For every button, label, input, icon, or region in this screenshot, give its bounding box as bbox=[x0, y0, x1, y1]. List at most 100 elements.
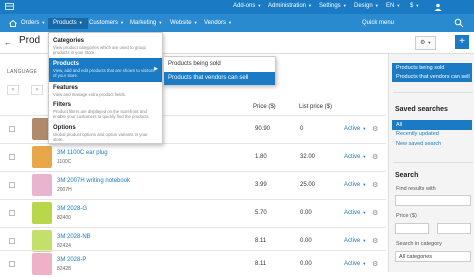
product-list-price[interactable]: 0 bbox=[300, 126, 303, 132]
product-thumbnail[interactable] bbox=[32, 174, 52, 196]
status-dropdown[interactable]: Active ▼ bbox=[344, 238, 366, 244]
gear-icon[interactable]: ⚙ bbox=[372, 181, 378, 189]
nav-orders[interactable]: Orders ▼ bbox=[16, 18, 50, 29]
settings-label: Settings bbox=[319, 3, 341, 9]
search-icon[interactable] bbox=[454, 18, 464, 28]
price-column-header[interactable]: Price ($) bbox=[253, 104, 276, 110]
table-row[interactable]: 3M 1100C ear plug 1100C 1.80 32.00 Activ… bbox=[0, 143, 386, 171]
menu-item-title: Features bbox=[53, 85, 79, 91]
product-name-link[interactable]: 3M 2028-G bbox=[57, 206, 87, 212]
table-row[interactable]: 3M 2028-P 82428 8.11 0.00 Active ▼ ⚙ bbox=[0, 250, 386, 278]
menu-item-description: Product filters are displayed on the sto… bbox=[53, 109, 150, 119]
gear-icon[interactable]: ⚙ bbox=[372, 260, 378, 268]
menu-item-title: Products bbox=[53, 61, 80, 67]
nav-website[interactable]: Website ▼ bbox=[165, 18, 203, 29]
status-dropdown[interactable]: Active ▼ bbox=[344, 126, 366, 132]
product-name-link[interactable]: 3M 1100C ear plug bbox=[57, 150, 108, 156]
table-row[interactable]: 3M 2007H writing notebook 2007H 3.99 25.… bbox=[0, 171, 386, 199]
cart-icon[interactable] bbox=[5, 3, 14, 13]
product-list-price[interactable]: 0.00 bbox=[300, 210, 312, 216]
currency-label: $ bbox=[410, 3, 414, 9]
quick-menu-link[interactable]: Quick menu bbox=[357, 18, 399, 29]
table-row[interactable]: 3M 2028-G 82400 5.70 0.00 Active ▼ ⚙ bbox=[0, 199, 386, 227]
row-checkbox[interactable] bbox=[9, 154, 15, 160]
product-code: 82424 bbox=[57, 243, 71, 249]
menu-item-products[interactable]: Products View, add and edit products tha… bbox=[49, 58, 162, 82]
row-checkbox[interactable] bbox=[9, 210, 15, 216]
row-checkbox[interactable] bbox=[9, 126, 15, 132]
gear-icon[interactable]: ⚙ bbox=[372, 125, 378, 133]
product-price[interactable]: 8.11 bbox=[255, 238, 266, 244]
menu-item-filters[interactable]: Filters Product filters are displayed on… bbox=[49, 99, 162, 123]
product-thumbnail[interactable] bbox=[32, 202, 52, 224]
status-dropdown[interactable]: Active ▼ bbox=[344, 154, 366, 160]
addons-menu[interactable]: Add-ons ▼ bbox=[233, 3, 261, 9]
top-bar: Add-ons ▼ Administration ▼ Settings ▼ Desig… bbox=[0, 0, 474, 14]
find-results-input[interactable] bbox=[395, 195, 471, 206]
product-price[interactable]: 3.99 bbox=[255, 182, 267, 188]
menu-item-categories[interactable]: Categories View product categories which… bbox=[49, 35, 162, 59]
product-name-link[interactable]: 3M 2028-NB bbox=[57, 234, 91, 240]
product-price[interactable]: 90.90 bbox=[255, 126, 270, 132]
category-select[interactable]: All categories bbox=[395, 251, 471, 262]
price-from-input[interactable] bbox=[395, 223, 429, 234]
status-label: Active bbox=[344, 261, 361, 267]
gear-icon[interactable]: ⚙ bbox=[372, 153, 378, 161]
nav-orders-label: Orders bbox=[21, 20, 40, 26]
back-arrow-icon[interactable]: ← bbox=[4, 38, 12, 47]
page-title: Prod bbox=[19, 35, 41, 46]
product-name-link[interactable]: 3M 2028-P bbox=[57, 257, 86, 263]
product-thumbnail[interactable] bbox=[32, 230, 52, 252]
settings-gear-button[interactable]: ⚙ ▼ bbox=[415, 36, 437, 50]
design-label: Design bbox=[354, 3, 373, 9]
pager-prev[interactable]: « bbox=[7, 85, 19, 95]
menu-item-title: Categories bbox=[53, 38, 85, 44]
status-dropdown[interactable]: Active ▼ bbox=[344, 210, 366, 216]
new-saved-search-link[interactable]: New saved search bbox=[392, 139, 472, 149]
currency-menu[interactable]: $ ▼ bbox=[410, 3, 419, 9]
product-list-price[interactable]: 0.00 bbox=[300, 238, 312, 244]
administration-menu[interactable]: Administration ▼ bbox=[268, 3, 312, 9]
design-menu[interactable]: Design ▼ bbox=[354, 3, 379, 9]
gear-icon[interactable]: ⚙ bbox=[372, 209, 378, 217]
status-label: Active bbox=[344, 126, 361, 132]
status-label: Active bbox=[344, 210, 361, 216]
row-checkbox[interactable] bbox=[9, 261, 15, 267]
nav-products[interactable]: Products ▼ bbox=[48, 18, 88, 29]
settings-menu[interactable]: Settings ▼ bbox=[319, 3, 347, 9]
view-products-vendors-can-sell[interactable]: Products that vendors can sell bbox=[392, 72, 472, 82]
product-list-price[interactable]: 25.00 bbox=[300, 182, 315, 188]
product-name-link[interactable]: 3M 2007H writing notebook bbox=[57, 178, 130, 184]
language-label: EN bbox=[386, 3, 395, 9]
row-checkbox[interactable] bbox=[9, 238, 15, 244]
row-checkbox[interactable] bbox=[9, 182, 15, 188]
user-icon[interactable] bbox=[434, 3, 442, 13]
pager-next[interactable]: » bbox=[31, 85, 43, 95]
menu-item-description: View and manage extra product fields. bbox=[53, 92, 127, 97]
nav-vendors[interactable]: Vendors ▼ bbox=[199, 18, 237, 29]
status-dropdown[interactable]: Active ▼ bbox=[344, 182, 366, 188]
submenu-products-being-sold[interactable]: Products being sold bbox=[164, 58, 275, 71]
search-category-label: Search in category bbox=[396, 241, 442, 247]
list-price-column-header[interactable]: List price ($) bbox=[299, 104, 332, 110]
menu-item-options[interactable]: Options Global product options and optio… bbox=[49, 122, 162, 146]
saved-search-recently-updated[interactable]: Recently updated bbox=[392, 129, 472, 139]
price-to-input[interactable] bbox=[437, 223, 471, 234]
nav-products-label: Products bbox=[53, 20, 77, 26]
nav-marketing[interactable]: Marketing ▼ bbox=[125, 18, 167, 29]
submenu-products-vendors-can-sell[interactable]: Products that vendors can sell bbox=[164, 72, 275, 85]
product-price[interactable]: 8.11 bbox=[255, 261, 266, 267]
product-code: 1100C bbox=[57, 159, 72, 165]
product-price[interactable]: 5.70 bbox=[255, 210, 267, 216]
product-list-price[interactable]: 0.00 bbox=[300, 261, 312, 267]
add-product-button[interactable]: + bbox=[455, 35, 469, 49]
search-title: Search bbox=[395, 172, 419, 179]
product-price[interactable]: 1.80 bbox=[255, 154, 267, 160]
menu-item-description: View, add and edit products that are sho… bbox=[53, 68, 155, 78]
status-dropdown[interactable]: Active ▼ bbox=[344, 261, 366, 267]
gear-icon[interactable]: ⚙ bbox=[372, 237, 378, 245]
nav-customers[interactable]: Customers ▼ bbox=[84, 18, 129, 29]
product-thumbnail[interactable] bbox=[32, 146, 52, 168]
product-list-price[interactable]: 32.00 bbox=[300, 154, 315, 160]
language-menu[interactable]: EN ▼ bbox=[386, 3, 400, 9]
